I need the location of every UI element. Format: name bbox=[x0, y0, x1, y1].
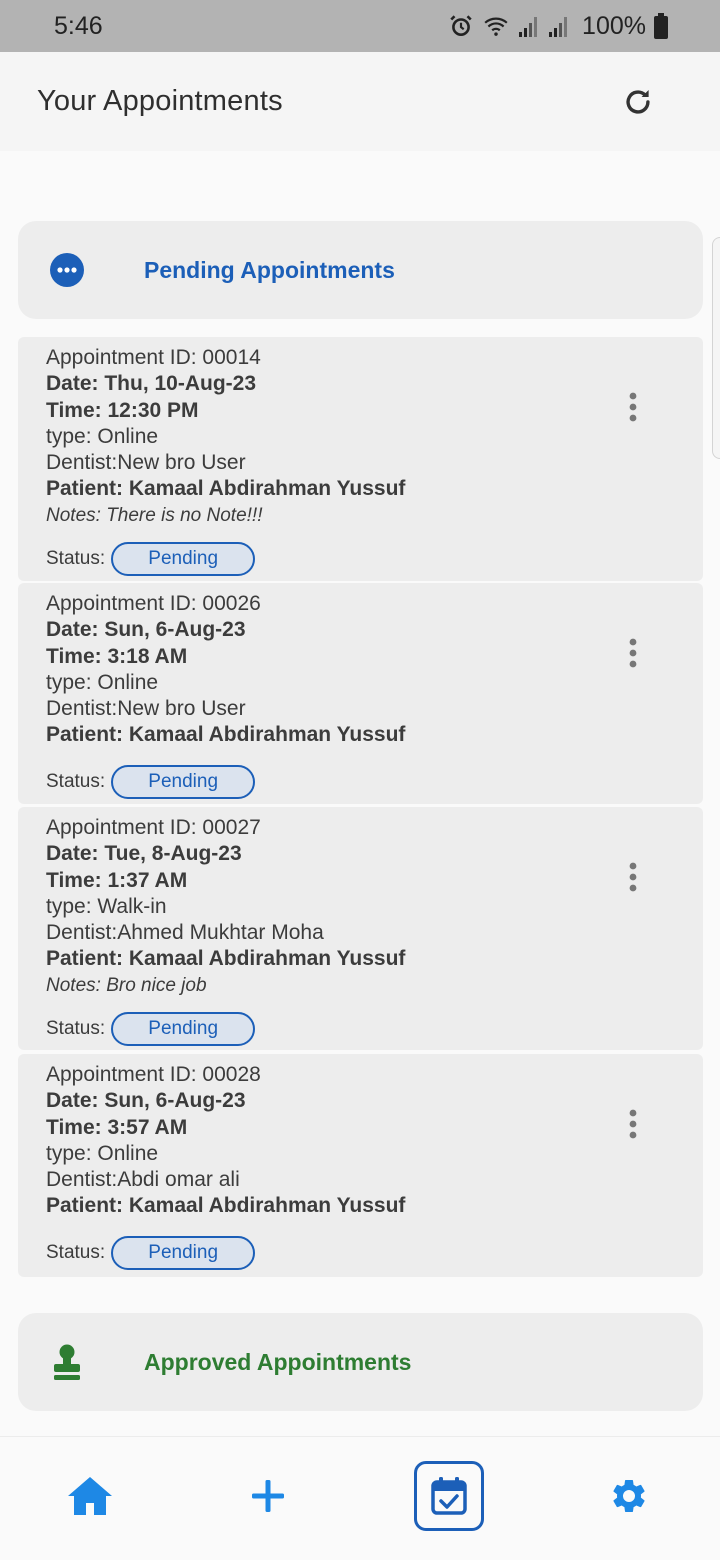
approval-stamp-icon bbox=[48, 1343, 86, 1381]
status-row: Status: Pending bbox=[46, 1236, 256, 1270]
appointment-type: type: Online bbox=[46, 1141, 159, 1165]
appointment-dentist: Dentist:Abdi omar ali bbox=[46, 1168, 240, 1192]
status-badge: Pending bbox=[111, 542, 256, 576]
status-bar: 5:46 100% bbox=[0, 0, 720, 52]
status-label: Status: bbox=[46, 1242, 106, 1263]
bottom-navigation bbox=[0, 1436, 720, 1560]
calendar-check-icon bbox=[431, 1477, 467, 1515]
status-row: Status: Pending bbox=[46, 1012, 256, 1046]
appointment-type: type: Online bbox=[46, 424, 159, 448]
alarm-icon bbox=[450, 15, 472, 36]
nav-settings[interactable] bbox=[594, 1461, 664, 1531]
appointment-id: Appointment ID: 00028 bbox=[46, 1063, 261, 1086]
more-horizontal-circle-icon bbox=[48, 251, 86, 289]
appointment-type: type: Walk-in bbox=[46, 894, 167, 918]
page-title: Your Appointments bbox=[37, 85, 283, 117]
edge-panel-handle[interactable] bbox=[712, 237, 720, 459]
appointment-card: Appointment ID: 00014 Date: Thu, 10-Aug-… bbox=[18, 337, 703, 581]
appointment-card: Appointment ID: 00028 Date: Sun, 6-Aug-2… bbox=[18, 1054, 703, 1277]
status-label: Status: bbox=[46, 771, 106, 792]
approved-appointments-header[interactable]: Approved Appointments bbox=[18, 1313, 703, 1411]
appointment-notes: Notes: There is no Note!!! bbox=[46, 504, 263, 526]
appointment-notes: Notes: Bro nice job bbox=[46, 974, 207, 996]
appointment-time: Time: 3:18 AM bbox=[46, 644, 188, 668]
refresh-icon bbox=[626, 89, 650, 114]
refresh-button[interactable] bbox=[616, 80, 660, 124]
nav-appointments[interactable] bbox=[414, 1461, 484, 1531]
appointment-patient: Patient: Kamaal Abdirahman Yussuf bbox=[46, 723, 406, 747]
appointment-dentist: Dentist:New bro User bbox=[46, 451, 246, 475]
appointment-patient: Patient: Kamaal Abdirahman Yussuf bbox=[46, 1194, 406, 1218]
appointment-dentist: Dentist:New bro User bbox=[46, 697, 246, 721]
nav-add[interactable] bbox=[233, 1461, 303, 1531]
pending-appointments-title: Pending Appointments bbox=[144, 256, 395, 283]
appointment-date: Date: Thu, 10-Aug-23 bbox=[46, 372, 257, 396]
more-options-button[interactable] bbox=[619, 1104, 647, 1144]
appointment-patient: Patient: Kamaal Abdirahman Yussuf bbox=[46, 947, 406, 971]
status-badge: Pending bbox=[111, 765, 256, 799]
more-vertical-icon bbox=[629, 862, 637, 892]
pending-appointments-header[interactable]: Pending Appointments bbox=[18, 221, 703, 319]
more-options-button[interactable] bbox=[619, 387, 647, 427]
status-badge: Pending bbox=[111, 1012, 256, 1046]
appointment-date: Date: Tue, 8-Aug-23 bbox=[46, 842, 242, 866]
add-icon bbox=[252, 1480, 284, 1512]
more-vertical-icon bbox=[629, 1109, 637, 1139]
more-options-button[interactable] bbox=[619, 857, 647, 897]
appointment-type: type: Online bbox=[46, 670, 159, 694]
appointment-date: Date: Sun, 6-Aug-23 bbox=[46, 618, 246, 642]
status-row: Status: Pending bbox=[46, 765, 256, 799]
appointment-dentist: Dentist:Ahmed Mukhtar Moha bbox=[46, 921, 324, 945]
appointment-time: Time: 3:57 AM bbox=[46, 1115, 188, 1139]
status-icons: 100% bbox=[448, 12, 668, 41]
status-label: Status: bbox=[46, 548, 106, 569]
status-label: Status: bbox=[46, 1018, 106, 1039]
status-badge: Pending bbox=[111, 1236, 256, 1270]
signal-icon-2 bbox=[549, 17, 568, 37]
battery-percent: 100% bbox=[582, 11, 646, 40]
appointment-id: Appointment ID: 00027 bbox=[46, 816, 261, 839]
appointment-patient: Patient: Kamaal Abdirahman Yussuf bbox=[46, 477, 406, 501]
battery-icon bbox=[654, 13, 668, 39]
status-row: Status: Pending bbox=[46, 542, 256, 576]
appointment-card: Appointment ID: 00027 Date: Tue, 8-Aug-2… bbox=[18, 807, 703, 1050]
nav-home[interactable] bbox=[55, 1461, 125, 1531]
appointment-time: Time: 12:30 PM bbox=[46, 398, 199, 422]
more-vertical-icon bbox=[629, 392, 637, 422]
wifi-icon bbox=[484, 17, 508, 36]
more-vertical-icon bbox=[629, 638, 637, 668]
appointment-card: Appointment ID: 00026 Date: Sun, 6-Aug-2… bbox=[18, 583, 703, 804]
appointment-date: Date: Sun, 6-Aug-23 bbox=[46, 1089, 246, 1113]
app-bar: Your Appointments bbox=[0, 52, 720, 151]
appointment-time: Time: 1:37 AM bbox=[46, 868, 188, 892]
status-time: 5:46 bbox=[54, 11, 103, 40]
home-icon bbox=[68, 1477, 112, 1515]
more-options-button[interactable] bbox=[619, 633, 647, 673]
approved-appointments-title: Approved Appointments bbox=[144, 1348, 412, 1375]
appointment-id: Appointment ID: 00026 bbox=[46, 592, 261, 615]
appointment-id: Appointment ID: 00014 bbox=[46, 346, 261, 369]
signal-icon bbox=[519, 17, 538, 37]
settings-icon bbox=[613, 1480, 645, 1512]
